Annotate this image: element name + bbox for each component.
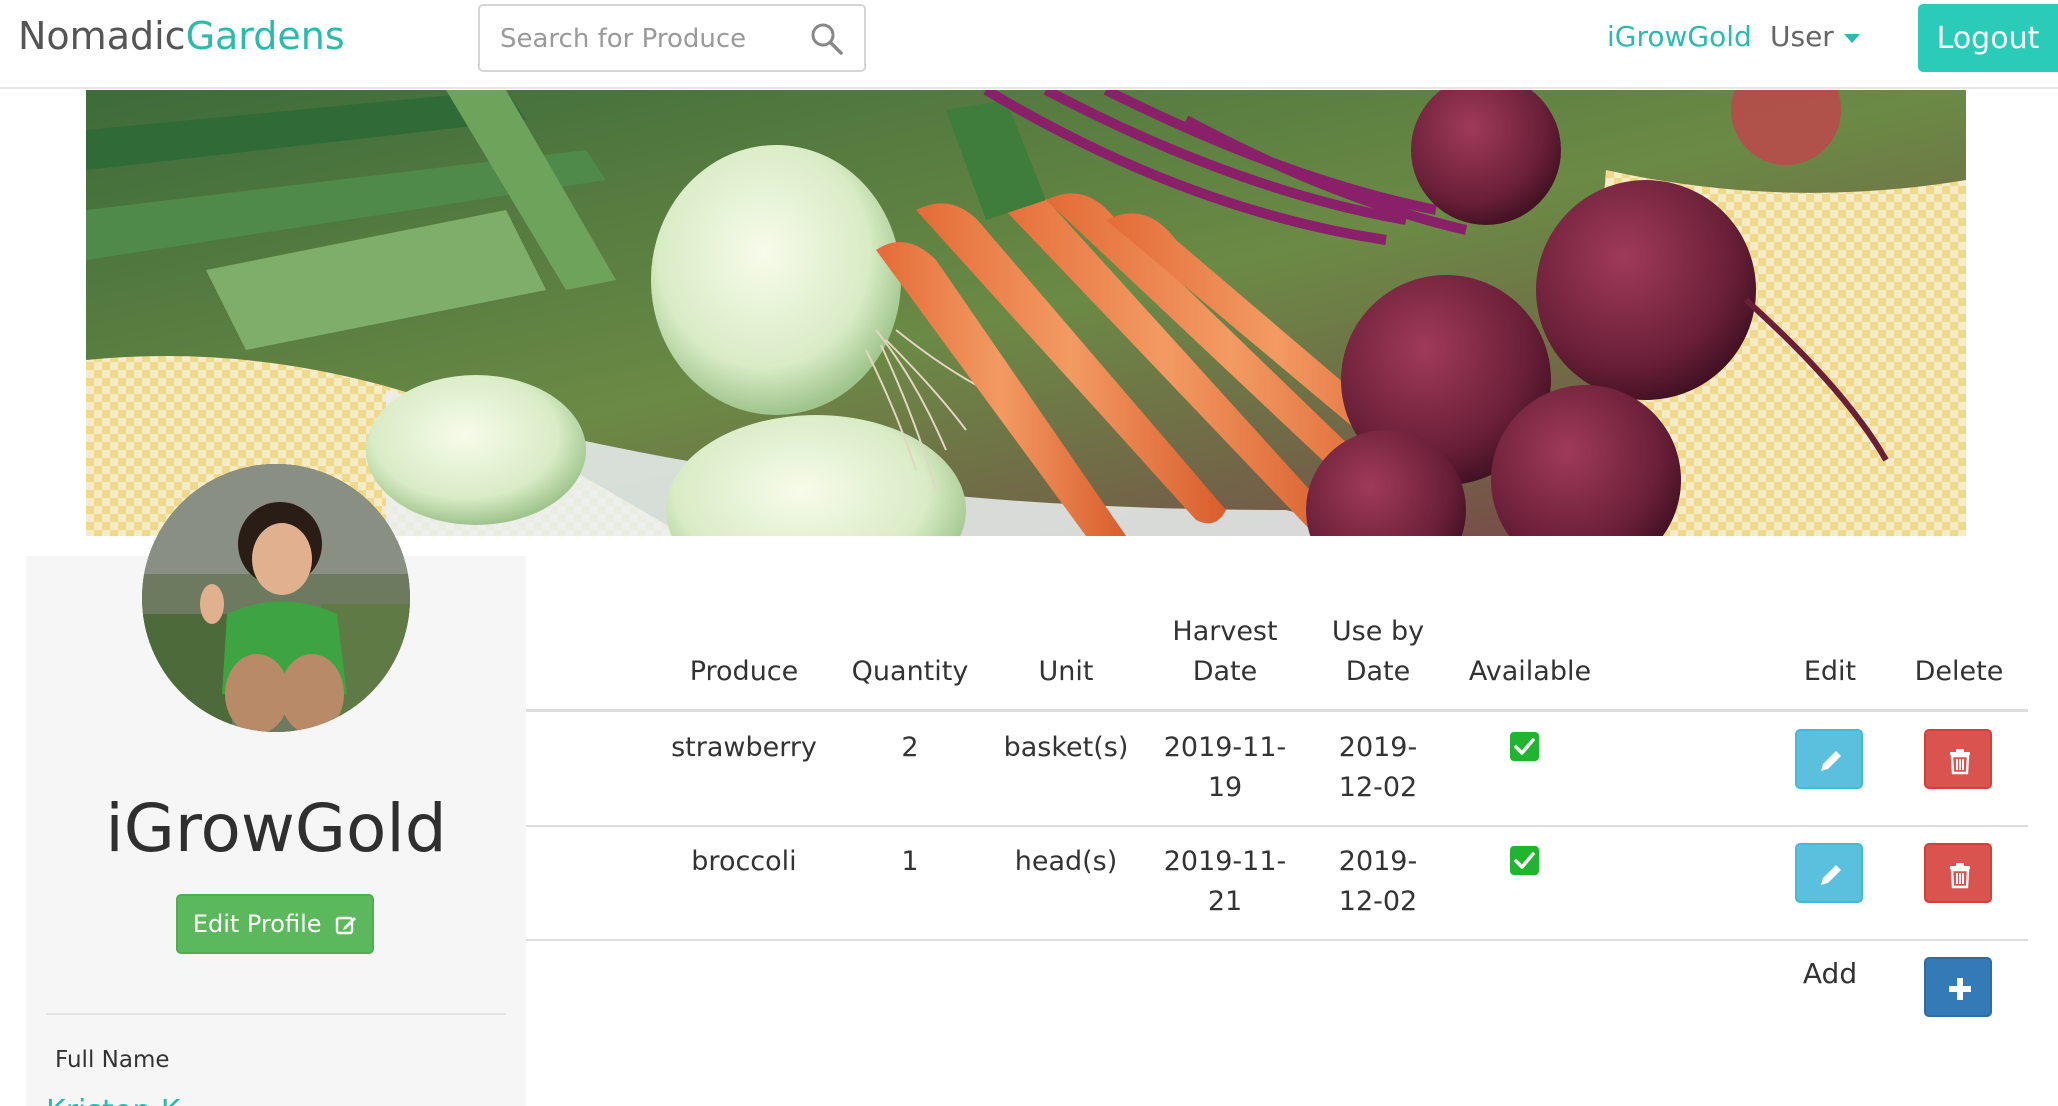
banner-image [86,90,1966,536]
edit-row-button[interactable] [1795,843,1863,903]
cell-harvest-line2: 21 [1207,886,1243,917]
search-box [478,4,866,72]
available-check-icon [1510,846,1539,875]
delete-row-button[interactable] [1924,843,1992,903]
add-produce-button[interactable] [1924,957,1992,1017]
table-row-divider [526,825,2028,827]
header-produce: Produce [689,656,799,687]
brand-name-part1: Nomadic [18,14,186,58]
logout-button[interactable]: Logout [1918,4,2058,72]
cell-harvest-line1: 2019-11- [1163,846,1287,877]
cell-unit: basket(s) [1003,732,1129,763]
delete-row-button[interactable] [1924,729,1992,789]
cell-unit: head(s) [1014,846,1118,877]
add-label: Add [1802,957,1858,990]
cell-useby-line2: 12-02 [1338,886,1418,917]
header-use-by-date: Use by Date [1310,612,1446,692]
search-input[interactable] [500,20,800,58]
trash-icon [1950,863,1970,889]
edit-row-button[interactable] [1795,729,1863,789]
pencil-icon [1821,865,1841,885]
edit-square-icon [335,916,357,935]
header-edit: Edit [1803,656,1857,687]
table-header-divider [526,709,2028,712]
user-menu-dropdown[interactable]: User [1770,20,1860,53]
plus-icon [1949,978,1971,1000]
edit-profile-button[interactable]: Edit Profile [176,894,374,954]
cell-harvest-line1: 2019-11- [1163,732,1287,763]
header-available: Available [1468,656,1592,687]
header-useby-line2: Date [1345,656,1411,687]
cell-useby-line1: 2019- [1338,846,1418,877]
cell-quantity: 1 [901,846,919,877]
cell-useby-line2: 12-02 [1338,772,1418,803]
cell-use-by-date: 2019- 12-02 [1310,728,1446,808]
table-row-divider [526,939,2028,941]
search-icon[interactable] [810,22,844,56]
brand-name-part2: Gardens [185,14,345,58]
available-check-icon [1510,732,1539,761]
header-harvest-line2: Date [1192,656,1258,687]
header-quantity: Quantity [851,656,969,687]
full-name-label: Full Name [55,1047,170,1073]
cell-quantity: 2 [901,732,919,763]
top-navbar: NomadicGardens iGrowGold User Logout [0,0,2058,89]
header-harvest-line1: Harvest [1172,616,1278,647]
profile-avatar [142,464,410,732]
cell-produce: strawberry [671,732,817,763]
user-menu-label: User [1770,20,1834,53]
edit-profile-label: Edit Profile [192,910,322,938]
cell-harvest-date: 2019-11- 19 [1150,728,1300,808]
full-name-value: Kristen K [46,1094,180,1106]
cell-harvest-line2: 19 [1207,772,1243,803]
header-harvest-date: Harvest Date [1150,612,1300,692]
header-useby-line1: Use by [1331,616,1425,647]
brand-logo[interactable]: NomadicGardens [18,14,345,58]
profile-username: iGrowGold [105,790,447,867]
vegetables-banner-illustration [86,90,1966,536]
caret-down-icon [1843,33,1860,43]
cell-useby-line1: 2019- [1338,732,1418,763]
cell-produce: broccoli [691,846,797,877]
trash-icon [1950,749,1970,775]
header-unit: Unit [1038,656,1094,687]
cell-harvest-date: 2019-11- 21 [1150,842,1300,922]
cell-use-by-date: 2019- 12-02 [1310,842,1446,922]
nav-username-link[interactable]: iGrowGold [1607,20,1752,53]
profile-divider [46,1013,506,1015]
header-delete: Delete [1914,656,2004,687]
pencil-icon [1821,751,1841,771]
